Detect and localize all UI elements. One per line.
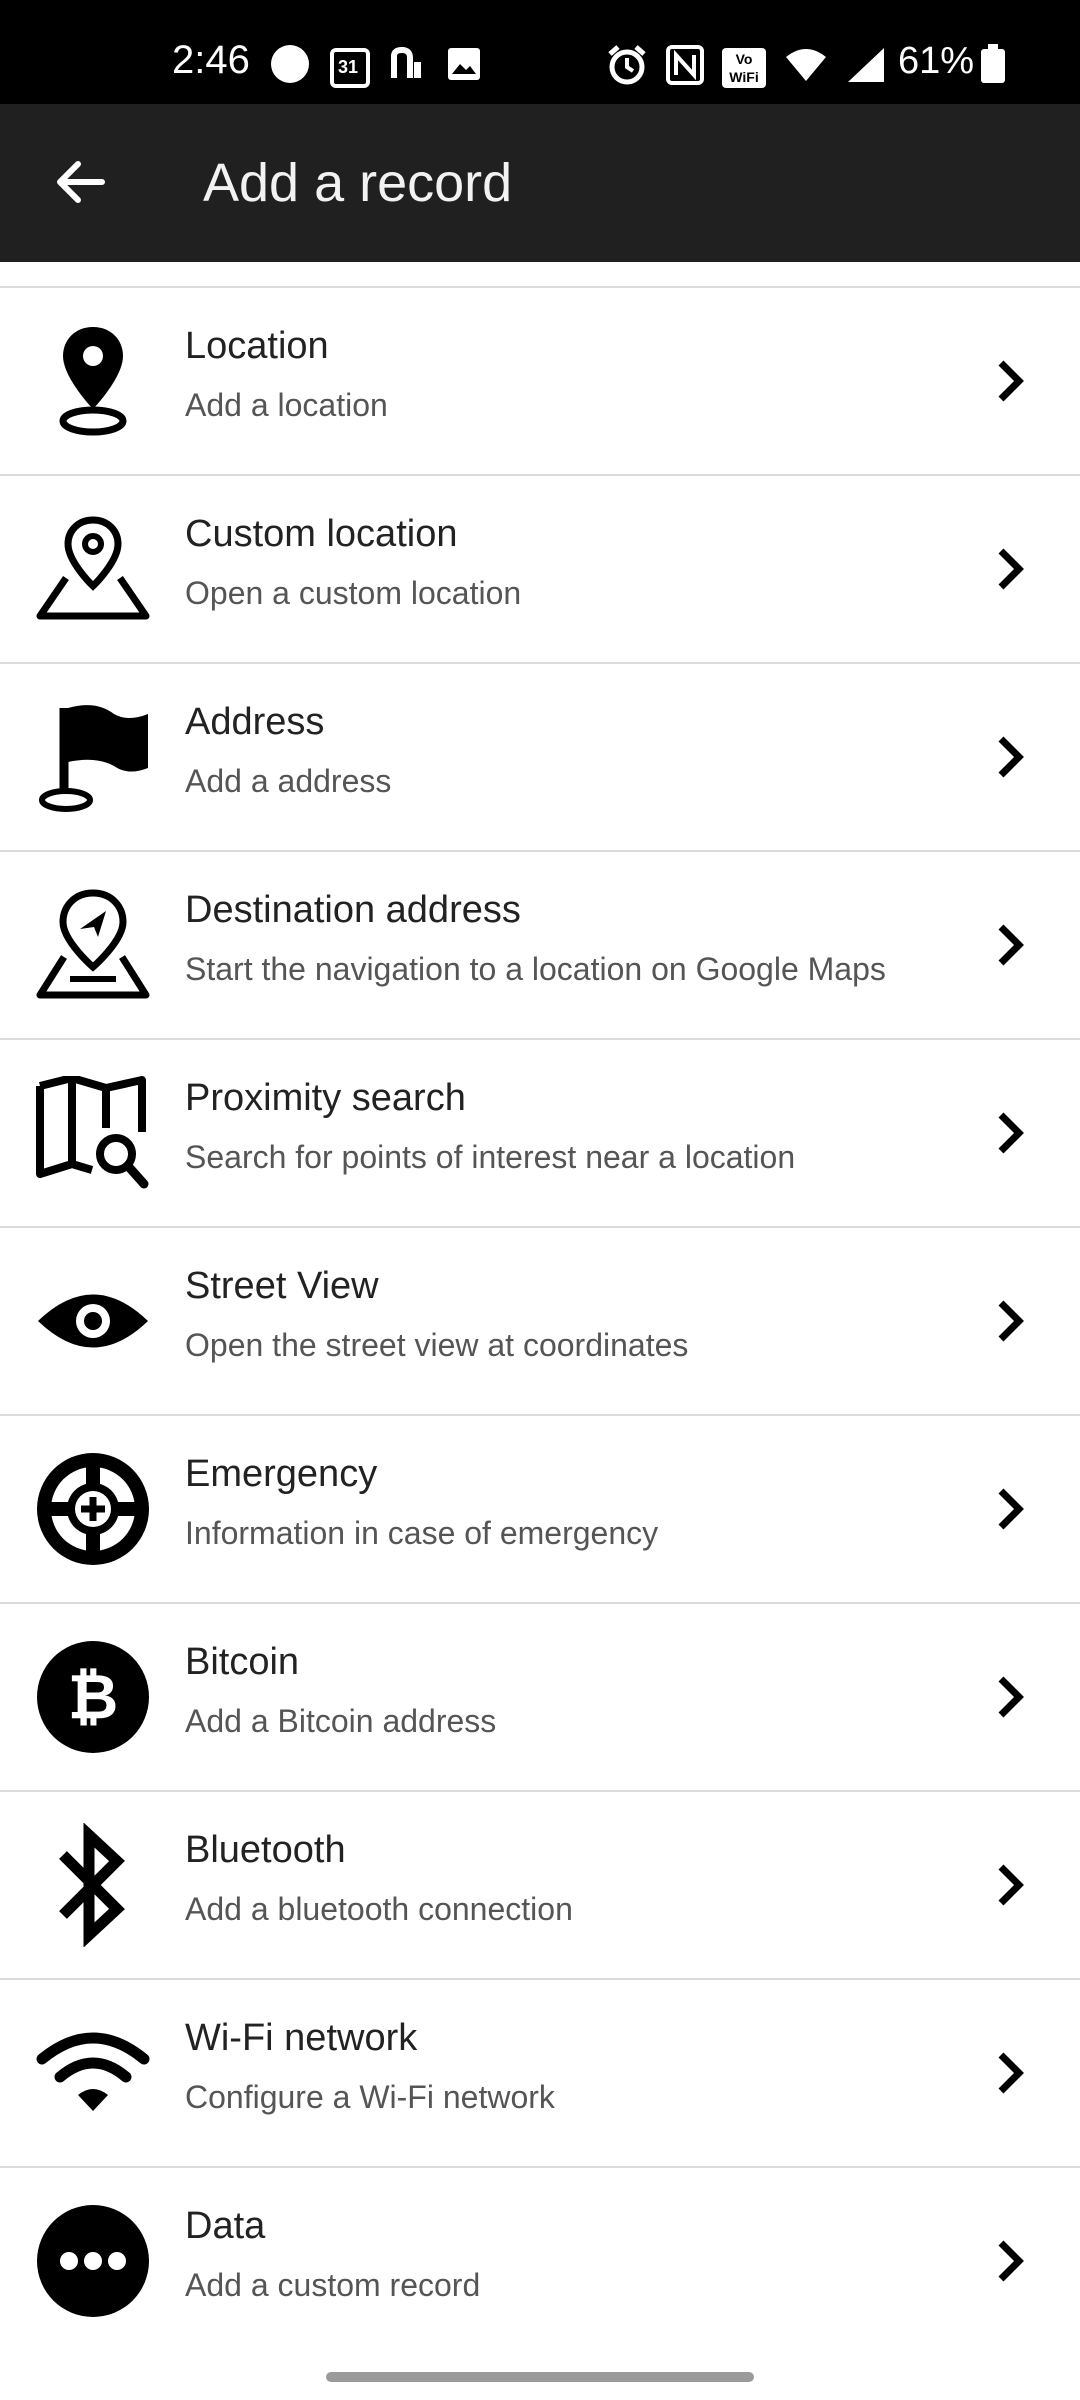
chevron-right-icon: [980, 722, 1040, 792]
list-item-wifi-network[interactable]: Wi-Fi network Configure a Wi-Fi network: [0, 1980, 1080, 2168]
vowifi-icon: Vo WiFi: [722, 47, 766, 88]
list-item-proximity-search[interactable]: Proximity search Search for points of in…: [0, 1040, 1080, 1228]
list-item-street-view[interactable]: Street View Open the street view at coor…: [0, 1228, 1080, 1416]
bluetooth-icon: [36, 1823, 150, 1947]
svg-text:₿: ₿: [68, 1660, 119, 1733]
navigation-pin-icon: [36, 888, 150, 1002]
item-title: Bitcoin: [185, 1641, 300, 1683]
status-time: 2:46: [172, 38, 250, 82]
bitcoin-icon: ₿: [36, 1640, 150, 1754]
calendar-date: 31: [338, 56, 359, 77]
battery-icon: [980, 44, 1006, 89]
image-icon: [446, 46, 482, 87]
item-title: Street View: [185, 1265, 379, 1307]
item-subtitle: Open a custom location: [185, 575, 522, 611]
chevron-right-icon: [980, 1286, 1040, 1356]
status-left-icons: 31: [270, 44, 482, 89]
more-dots-icon: [36, 2204, 150, 2318]
app-bar: Add a record: [0, 104, 1080, 262]
emergency-lifebuoy-icon: [36, 1452, 150, 1566]
list-item-bitcoin[interactable]: ₿ Bitcoin Add a Bitcoin address: [0, 1604, 1080, 1792]
list-item-destination-address[interactable]: Destination address Start the navigation…: [0, 852, 1080, 1040]
list-item-location[interactable]: Location Add a location: [0, 288, 1080, 476]
eye-icon: [36, 1264, 150, 1378]
item-title: Address: [185, 701, 325, 743]
item-subtitle: Add a address: [185, 763, 392, 799]
list-item-bluetooth[interactable]: Bluetooth Add a bluetooth connection: [0, 1792, 1080, 1980]
item-subtitle: Start the navigation to a location on Go…: [185, 951, 886, 987]
chevron-right-icon: [980, 1662, 1040, 1732]
item-subtitle: Search for points of interest near a loc…: [185, 1139, 796, 1175]
chevron-right-icon: [980, 910, 1040, 980]
map-pin-area-icon: [36, 512, 150, 626]
battery-percent: 61%: [898, 40, 975, 82]
wifi-icon: [36, 2016, 150, 2130]
item-subtitle: Open the street view at coordinates: [185, 1327, 689, 1363]
item-title: Data: [185, 2205, 266, 2247]
arrow-left-icon: [54, 160, 106, 209]
chevron-right-icon: [980, 346, 1040, 416]
home-gesture-handle[interactable]: [326, 2372, 754, 2382]
chevron-right-icon: [980, 534, 1040, 604]
item-subtitle: Add a custom record: [185, 2267, 481, 2303]
chevron-right-icon: [980, 1098, 1040, 1168]
list-item-custom-location[interactable]: Custom location Open a custom location: [0, 476, 1080, 664]
item-title: Wi-Fi network: [185, 2017, 418, 2059]
item-title: Custom location: [185, 513, 458, 555]
back-button[interactable]: [40, 144, 120, 224]
item-title: Bluetooth: [185, 1829, 346, 1871]
item-title: Location: [185, 325, 329, 367]
list-item-data[interactable]: Data Add a custom record: [0, 2168, 1080, 2356]
item-subtitle: Add a Bitcoin address: [185, 1703, 497, 1739]
map-pin-icon: [36, 324, 150, 438]
circle-icon: [270, 44, 310, 89]
flag-icon: [36, 700, 150, 814]
chevron-right-icon: [980, 2038, 1040, 2108]
page-title: Add a record: [203, 153, 513, 213]
list-item-address[interactable]: Address Add a address: [0, 664, 1080, 852]
calendar-icon: 31: [330, 46, 370, 88]
item-subtitle: Configure a Wi-Fi network: [185, 2079, 555, 2115]
n-app-icon: [390, 46, 426, 87]
chevron-right-icon: [980, 1850, 1040, 1920]
chevron-right-icon: [980, 2226, 1040, 2296]
item-title: Proximity search: [185, 1077, 466, 1119]
wifi-icon: [784, 47, 828, 88]
status-right-icons: Vo WiFi: [606, 44, 886, 91]
status-bar: 2:46 31 Vo WiFi 61%: [0, 0, 1080, 104]
item-subtitle: Add a location: [185, 387, 388, 423]
item-title: Emergency: [185, 1453, 378, 1495]
item-title: Destination address: [185, 889, 521, 931]
item-subtitle: Information in case of emergency: [185, 1515, 659, 1551]
alarm-icon: [606, 44, 648, 91]
list-item-emergency[interactable]: Emergency Information in case of emergen…: [0, 1416, 1080, 1604]
chevron-right-icon: [980, 1474, 1040, 1544]
nfc-icon: [666, 45, 704, 90]
gesture-nav-bar: [0, 2352, 1080, 2400]
item-subtitle: Add a bluetooth connection: [185, 1891, 573, 1927]
record-type-list: Location Add a location Custom location …: [0, 286, 1080, 2356]
map-search-icon: [36, 1076, 150, 1190]
signal-icon: [846, 46, 886, 89]
